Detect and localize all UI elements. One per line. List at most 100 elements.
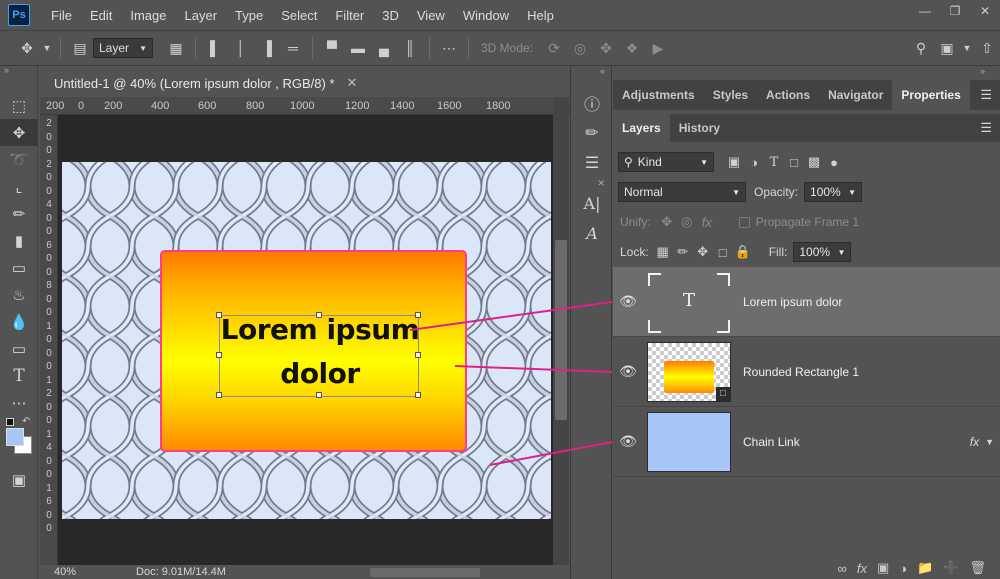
brushes-icon[interactable]: ✏ xyxy=(571,118,613,148)
slide-3d-icon[interactable]: ❖ xyxy=(619,35,645,61)
lock-position-icon[interactable]: ✥ xyxy=(693,242,713,262)
blend-mode-dropdown[interactable]: Normal ▼ xyxy=(618,182,746,202)
menu-file[interactable]: File xyxy=(42,8,81,23)
move-tool-icon[interactable]: ✥ xyxy=(0,119,38,146)
tab-adjustments[interactable]: Adjustments xyxy=(613,80,704,110)
align-middle-icon[interactable]: ▬ xyxy=(345,35,371,61)
tab-navigator[interactable]: Navigator xyxy=(819,80,892,110)
stamp-tool-icon[interactable]: ▮ xyxy=(0,227,38,254)
trash-icon[interactable]: 🗑 xyxy=(969,560,986,576)
quick-mask-icon[interactable]: ▣ xyxy=(0,466,38,493)
eraser-tool-icon[interactable]: ▭ xyxy=(0,254,38,281)
new-layer-icon[interactable]: ➕ xyxy=(943,560,959,576)
add-style-icon[interactable]: fx xyxy=(857,561,867,576)
lasso-tool-icon[interactable]: ➰ xyxy=(0,146,38,173)
color-swatches[interactable]: ↶ xyxy=(0,416,37,466)
chevron-down-icon[interactable]: ▼ xyxy=(40,35,54,61)
layer-name[interactable]: Rounded Rectangle 1 xyxy=(743,365,859,379)
panel-menu-icon[interactable]: ☰ xyxy=(980,87,992,103)
marquee-tool-icon[interactable]: ⬚ xyxy=(0,92,38,119)
lock-pixels-icon[interactable]: ✏ xyxy=(673,242,693,262)
align-left-icon[interactable]: ▌ xyxy=(202,35,228,61)
menu-select[interactable]: Select xyxy=(272,8,326,23)
filter-toggle-icon[interactable]: ● xyxy=(824,152,844,172)
panel-menu-icon[interactable]: ☰ xyxy=(980,120,992,136)
propagate-checkbox[interactable] xyxy=(738,216,750,228)
shape-tool-icon[interactable]: ▭ xyxy=(0,335,38,362)
info-icon[interactable]: ⓘ xyxy=(571,88,613,118)
orbit-3d-icon[interactable]: ⟳ xyxy=(541,35,567,61)
collapse-arrows-icon[interactable]: » xyxy=(0,66,37,75)
eye-icon[interactable]: 👁 xyxy=(613,293,643,310)
search-icon[interactable]: ⚲ xyxy=(908,35,934,61)
brush-tool-icon[interactable]: ✏ xyxy=(0,200,38,227)
filter-smart-object-icon[interactable]: ▩ xyxy=(804,152,824,172)
horizontal-scroll-thumb[interactable] xyxy=(370,568,480,577)
chevron-down-icon[interactable]: ▼ xyxy=(985,437,994,447)
auto-select-target-dropdown[interactable]: Layer ▼ xyxy=(93,38,153,58)
tab-actions[interactable]: Actions xyxy=(757,80,819,110)
more-tools-icon[interactable]: ⋯ xyxy=(0,389,38,416)
align-bottom-icon[interactable]: ▄ xyxy=(371,35,397,61)
menu-window[interactable]: Window xyxy=(454,8,518,23)
lock-all-icon[interactable]: 🔒 xyxy=(733,242,753,262)
collapse-arrows-icon[interactable]: » xyxy=(980,66,985,76)
menu-help[interactable]: Help xyxy=(518,8,563,23)
roll-3d-icon[interactable]: ◎ xyxy=(567,35,593,61)
workspace-icon[interactable]: ▣ xyxy=(934,35,960,61)
swap-colors-icon[interactable]: ↶ xyxy=(22,416,30,427)
tab-history[interactable]: History xyxy=(670,114,729,142)
close-icon[interactable]: ✕ xyxy=(347,75,358,91)
blur-tool-icon[interactable]: 💧 xyxy=(0,308,38,335)
zoom-level[interactable]: 40% xyxy=(54,566,76,578)
tab-layers[interactable]: Layers xyxy=(613,114,670,142)
lock-transparent-icon[interactable]: ▦ xyxy=(653,242,673,262)
distribute-horizontal-icon[interactable]: ═ xyxy=(280,35,306,61)
menu-layer[interactable]: Layer xyxy=(176,8,227,23)
menu-type[interactable]: Type xyxy=(226,8,272,23)
menu-view[interactable]: View xyxy=(408,8,454,23)
align-top-icon[interactable]: ▀ xyxy=(319,35,345,61)
unify-position-icon[interactable]: ✥ xyxy=(657,212,677,232)
menu-image[interactable]: Image xyxy=(121,8,175,23)
eye-icon[interactable]: 👁 xyxy=(613,363,643,380)
chevron-down-icon[interactable]: ▼ xyxy=(960,35,974,61)
add-mask-icon[interactable]: ▣ xyxy=(877,560,889,576)
tab-styles[interactable]: Styles xyxy=(704,80,757,110)
menu-3d[interactable]: 3D xyxy=(373,8,408,23)
filter-type-icon[interactable]: T xyxy=(764,152,784,172)
paragraph-glyph-icon[interactable]: A xyxy=(571,218,613,248)
transform-controls-icon[interactable]: ▦ xyxy=(163,35,189,61)
layer-row[interactable]: 👁 Chain Link fx ▼ xyxy=(613,407,1000,477)
opacity-input[interactable]: 100% ▼ xyxy=(804,182,863,202)
canvas-text-layer[interactable]: Lorem ipsum dolor xyxy=(180,308,460,396)
collapse-arrows-icon[interactable]: « xyxy=(571,66,611,76)
tab-properties[interactable]: Properties xyxy=(892,80,970,110)
unify-style-icon[interactable]: fx xyxy=(697,212,717,232)
fill-input[interactable]: 100% ▼ xyxy=(793,242,852,262)
video-camera-icon[interactable]: ▶ xyxy=(645,35,671,61)
filter-kind-dropdown[interactable]: ⚲ Kind ▼ xyxy=(618,152,714,172)
foreground-color-swatch[interactable] xyxy=(6,428,24,446)
close-icon[interactable]: ✕ xyxy=(970,0,1000,22)
document-tab[interactable]: Untitled-1 @ 40% (Lorem ipsum dolor , RG… xyxy=(40,70,365,96)
layer-row[interactable]: 👁 □ Rounded Rectangle 1 xyxy=(613,337,1000,407)
character-icon[interactable]: A| xyxy=(571,188,613,218)
menu-filter[interactable]: Filter xyxy=(326,8,373,23)
minimize-icon[interactable]: — xyxy=(910,0,940,22)
layer-name[interactable]: Lorem ipsum dolor xyxy=(743,295,842,309)
move-tool-icon[interactable]: ✥ xyxy=(14,35,40,61)
brush-settings-icon[interactable]: ☰ xyxy=(571,148,613,178)
eye-icon[interactable]: 👁 xyxy=(613,433,643,450)
filter-shape-icon[interactable]: □ xyxy=(784,152,804,172)
filter-pixel-icon[interactable]: ▣ xyxy=(724,152,744,172)
unify-visibility-icon[interactable]: ◎ xyxy=(677,212,697,232)
layer-name[interactable]: Chain Link xyxy=(743,435,800,449)
restore-icon[interactable]: ❐ xyxy=(940,0,970,22)
adjustment-layer-icon[interactable]: ◑ xyxy=(899,561,907,576)
layer-effects-icon[interactable]: fx xyxy=(970,435,979,449)
folder-icon[interactable]: 📁 xyxy=(917,560,933,576)
close-icon[interactable]: ✕ xyxy=(571,178,611,188)
auto-select-icon[interactable]: ▤ xyxy=(67,35,93,61)
type-tool-icon[interactable]: T xyxy=(0,362,38,389)
